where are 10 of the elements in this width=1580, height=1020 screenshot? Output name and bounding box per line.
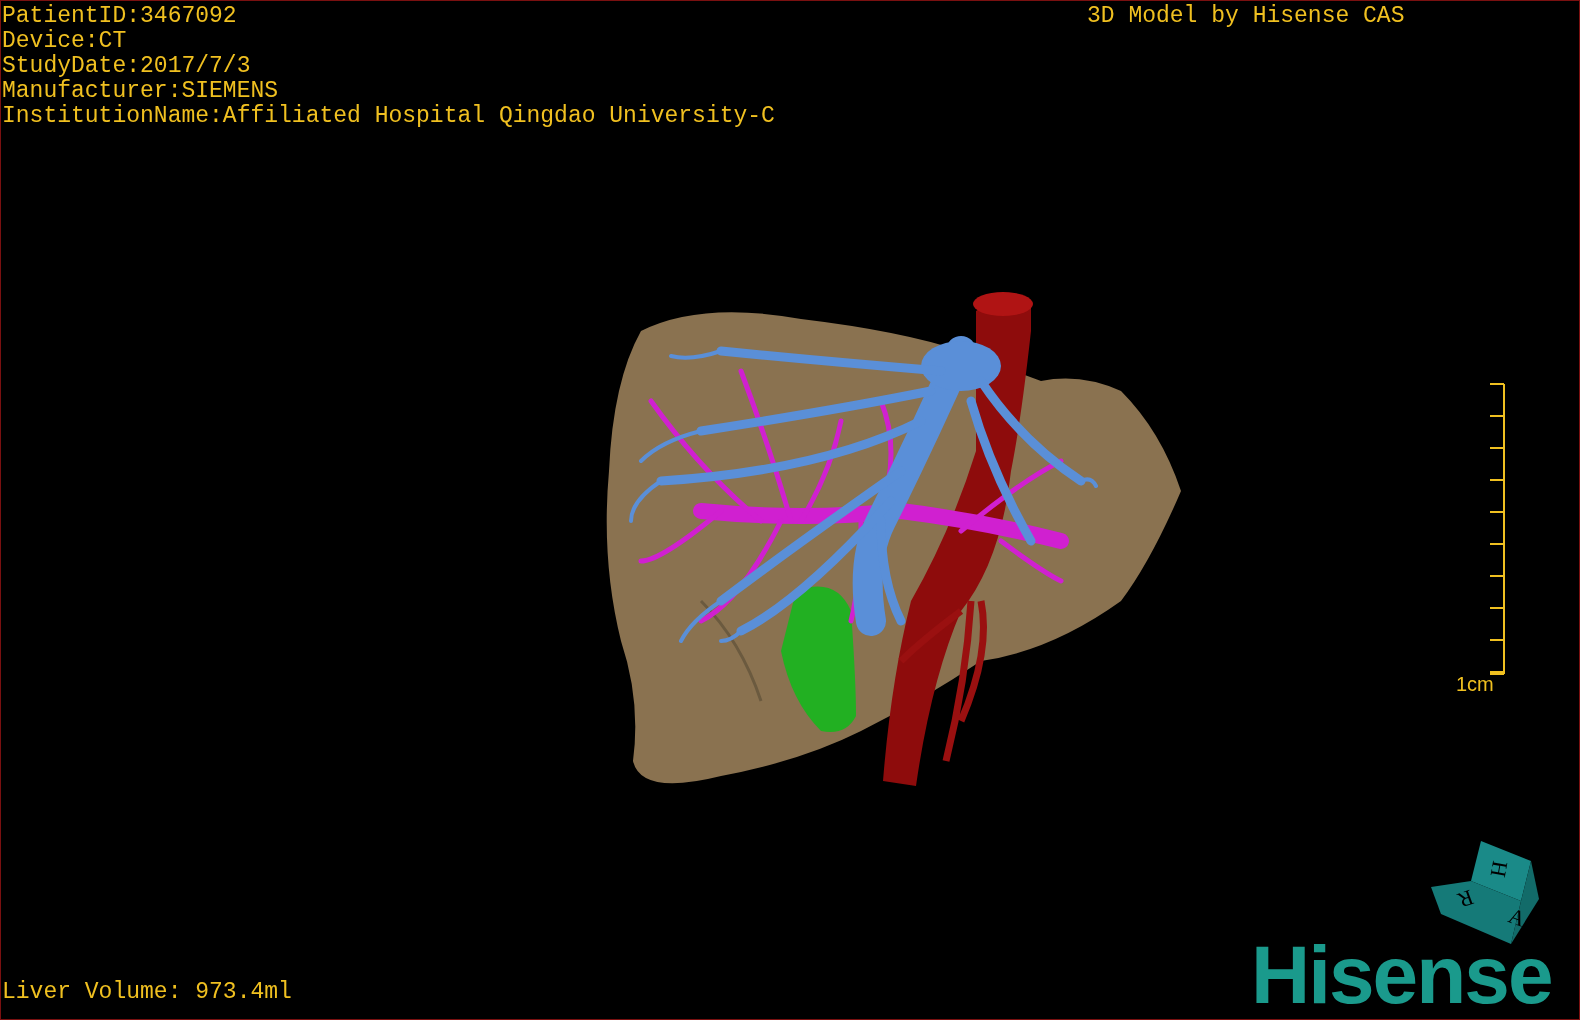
- scale-label: 1cm: [1456, 673, 1494, 696]
- liver-model-drawing[interactable]: [606, 292, 1181, 786]
- info-text: StudyDate:2017/7/3: [2, 54, 251, 79]
- viewport-3d[interactable]: PatientID:3467092 Device:CT StudyDate:2017/7/3 Manufacturer:SIEMENS InstitutionName:Affiliated Hospital Qingdao University-C 3D Model by Hisense CAS Liver Volume: 973.4ml 1cm H R A Hisense: [0, 0, 1580, 1020]
- liver-volume-text: Liver Volume: 973.4ml: [2, 980, 292, 1005]
- info-text: Device:CT: [2, 29, 127, 54]
- info-text: Manufacturer:SIEMENS: [2, 79, 279, 104]
- info-text: PatientID:3467092: [2, 4, 237, 29]
- model-title: 3D Model by Hisense CAS: [1087, 4, 1405, 29]
- info-text: InstitutionName:Affiliated Hospital Qingdao University-C: [2, 104, 775, 129]
